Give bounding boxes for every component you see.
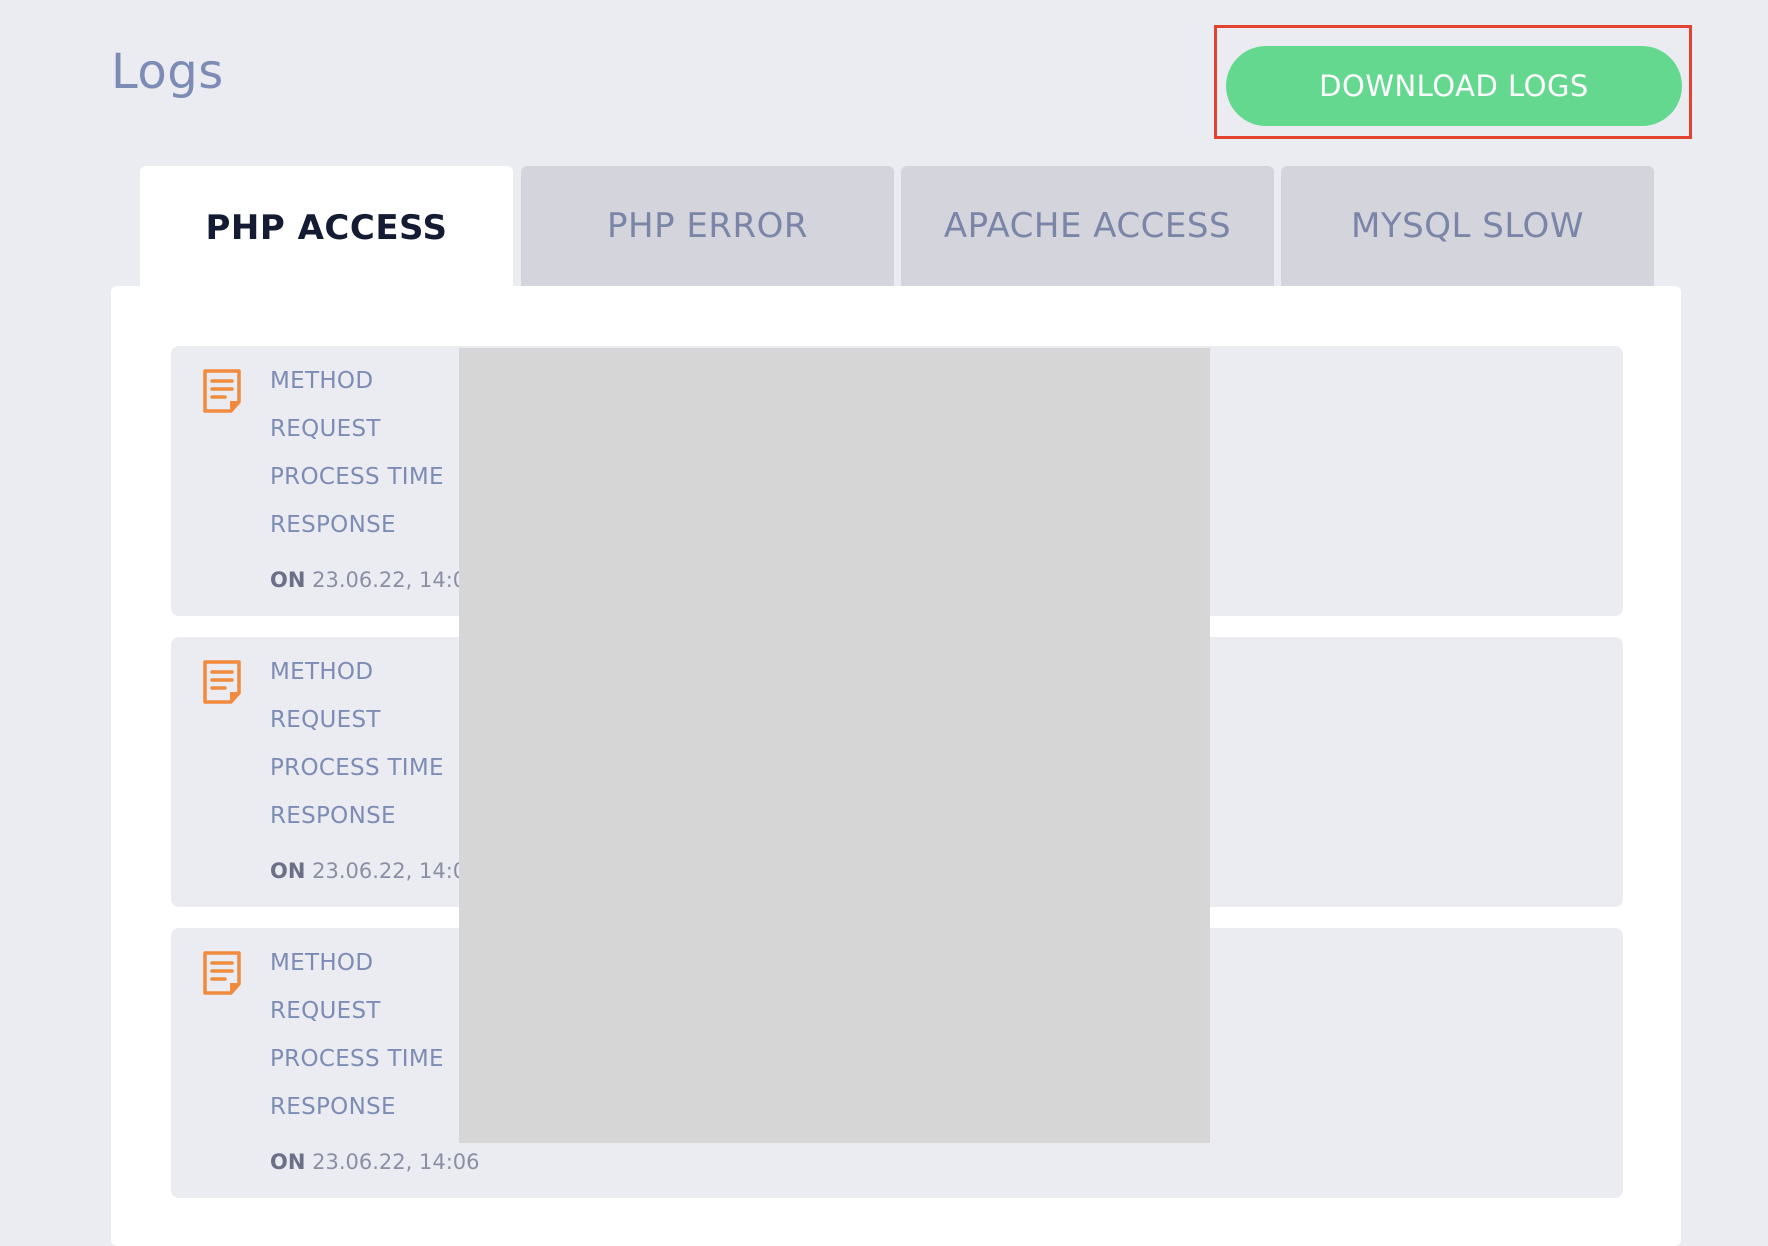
document-icon — [203, 951, 241, 995]
log-tabs: PHP ACCESS PHP ERROR APACHE ACCESS MYSQL… — [140, 166, 1654, 290]
redacted-area — [459, 348, 1210, 1143]
tab-php-error[interactable]: PHP ERROR — [521, 166, 894, 286]
log-timestamp: ON 23.06.22, 14:06 — [270, 859, 480, 883]
document-icon — [203, 660, 241, 704]
timestamp-value: 23.06.22, 14:06 — [312, 859, 480, 883]
log-timestamp: ON 23.06.22, 14:07 — [270, 568, 480, 592]
on-label: ON — [270, 568, 306, 592]
log-timestamp: ON 23.06.22, 14:06 — [270, 1150, 480, 1174]
request-label: REQUEST — [270, 416, 381, 442]
tab-php-access[interactable]: PHP ACCESS — [140, 166, 513, 290]
process-time-label: PROCESS TIME — [270, 755, 444, 781]
method-label: METHOD — [270, 368, 374, 394]
timestamp-value: 23.06.22, 14:06 — [312, 1150, 480, 1174]
response-label: RESPONSE — [270, 1094, 396, 1120]
page-title: Logs — [111, 44, 224, 100]
response-label: RESPONSE — [270, 803, 396, 829]
process-time-label: PROCESS TIME — [270, 464, 444, 490]
method-label: METHOD — [270, 659, 374, 685]
tab-apache-access[interactable]: APACHE ACCESS — [901, 166, 1274, 286]
method-label: METHOD — [270, 950, 374, 976]
response-label: RESPONSE — [270, 512, 396, 538]
document-icon — [203, 369, 241, 413]
on-label: ON — [270, 859, 306, 883]
tab-mysql-slow[interactable]: MYSQL SLOW — [1281, 166, 1654, 286]
on-label: ON — [270, 1150, 306, 1174]
request-label: REQUEST — [270, 707, 381, 733]
request-label: REQUEST — [270, 998, 381, 1024]
timestamp-value: 23.06.22, 14:07 — [312, 568, 480, 592]
download-logs-button[interactable]: DOWNLOAD LOGS — [1226, 46, 1682, 126]
process-time-label: PROCESS TIME — [270, 1046, 444, 1072]
